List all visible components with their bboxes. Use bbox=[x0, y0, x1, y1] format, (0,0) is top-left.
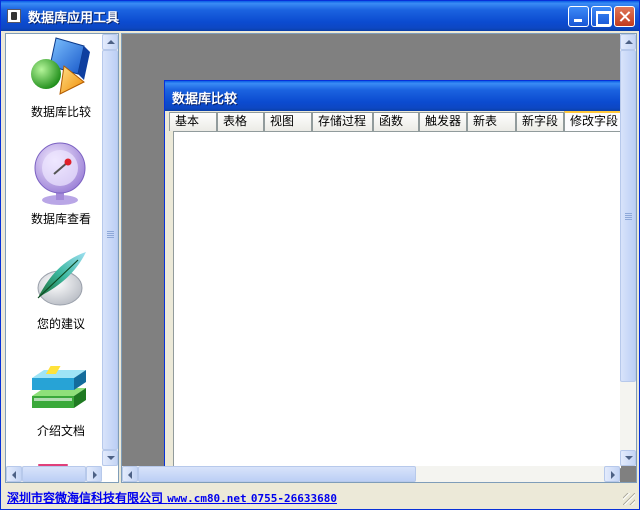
main-window: 数据库应用工具 数据库比较 数据库查看 您的建议 介绍文档 数据库比较 基本 表… bbox=[0, 0, 640, 510]
company-link[interactable]: 深圳市容微海信科技有限公司 www.cm80.net 0755-26633680 bbox=[7, 489, 337, 506]
sidebar-horizontal-scrollbar[interactable] bbox=[6, 466, 102, 482]
close-button[interactable] bbox=[614, 6, 635, 27]
sidebar-item-suggestions[interactable]: 您的建议 bbox=[6, 246, 102, 346]
scroll-left-button[interactable] bbox=[122, 466, 138, 482]
minimize-button[interactable] bbox=[568, 6, 589, 27]
scroll-down-button[interactable] bbox=[620, 450, 636, 466]
satellite-dish-icon bbox=[34, 142, 86, 205]
sidebar: 数据库比较 数据库查看 您的建议 介绍文档 bbox=[5, 33, 119, 483]
scroll-thumb[interactable] bbox=[620, 50, 636, 382]
child-window-title: 数据库比较 bbox=[172, 92, 238, 107]
sidebar-item-label: 数据库查看 bbox=[30, 212, 91, 226]
tab-triggers[interactable]: 触发器 bbox=[419, 112, 467, 131]
sidebar-vertical-scrollbar[interactable] bbox=[102, 34, 118, 466]
sidebar-item-database-compare[interactable]: 数据库比较 bbox=[6, 36, 102, 136]
shapes-icon bbox=[31, 37, 90, 95]
tab-views[interactable]: 视图 bbox=[264, 112, 312, 131]
feather-icon bbox=[37, 252, 86, 306]
tab-content-panel bbox=[173, 131, 621, 469]
maximize-button[interactable] bbox=[591, 6, 612, 27]
tab-tables[interactable]: 表格 bbox=[217, 112, 264, 131]
scroll-down-button[interactable] bbox=[102, 450, 118, 466]
scroll-thumb-horizontal[interactable] bbox=[138, 466, 416, 482]
tab-strip: 基本 表格 视图 存储过程 函数 触发器 新表 新字段 修改字段 bbox=[169, 111, 621, 131]
sidebar-item-label: 您的建议 bbox=[36, 317, 85, 331]
scroll-right-button[interactable] bbox=[86, 466, 102, 482]
status-bar: 深圳市容微海信科技有限公司 www.cm80.net 0755-26633680 bbox=[5, 487, 637, 507]
scroll-up-button[interactable] bbox=[102, 34, 118, 50]
sidebar-item-documentation[interactable]: 介绍文档 bbox=[6, 354, 102, 454]
tab-stored-procedures[interactable]: 存储过程 bbox=[312, 112, 373, 131]
company-phone: 0755-26633680 bbox=[250, 492, 337, 505]
title-bar[interactable]: 数据库应用工具 bbox=[1, 1, 639, 31]
company-url: www.cm80.net bbox=[167, 492, 247, 505]
scroll-left-button[interactable] bbox=[6, 466, 22, 482]
mdi-workspace: 数据库比较 基本 表格 视图 存储过程 函数 触发器 新表 新字段 修改字段 bbox=[121, 33, 637, 483]
workspace-vertical-scrollbar[interactable] bbox=[620, 34, 636, 466]
tab-functions[interactable]: 函数 bbox=[373, 112, 419, 131]
company-name: 深圳市容微海信科技有限公司 bbox=[7, 491, 164, 505]
tab-modified-fields[interactable]: 修改字段 bbox=[564, 111, 621, 131]
scroll-thumb[interactable] bbox=[102, 50, 118, 450]
app-icon[interactable] bbox=[7, 9, 21, 23]
window-title: 数据库应用工具 bbox=[28, 11, 120, 26]
scroll-right-button[interactable] bbox=[604, 466, 620, 482]
resize-grip[interactable] bbox=[623, 493, 635, 505]
books-icon bbox=[32, 366, 86, 408]
scroll-up-button[interactable] bbox=[620, 34, 636, 50]
tab-basic[interactable]: 基本 bbox=[169, 112, 217, 131]
scroll-thumb-horizontal[interactable] bbox=[22, 466, 86, 482]
tab-new-fields[interactable]: 新字段 bbox=[516, 112, 564, 131]
tab-new-tables[interactable]: 新表 bbox=[467, 112, 516, 131]
compare-child-window: 数据库比较 基本 表格 视图 存储过程 函数 触发器 新表 新字段 修改字段 bbox=[164, 80, 621, 469]
sidebar-item-label: 介绍文档 bbox=[36, 424, 85, 438]
sidebar-item-label: 数据库比较 bbox=[30, 105, 91, 119]
sidebar-item-database-view[interactable]: 数据库查看 bbox=[6, 140, 102, 240]
child-title-bar[interactable]: 数据库比较 bbox=[165, 81, 621, 111]
workspace-horizontal-scrollbar[interactable] bbox=[122, 466, 620, 482]
